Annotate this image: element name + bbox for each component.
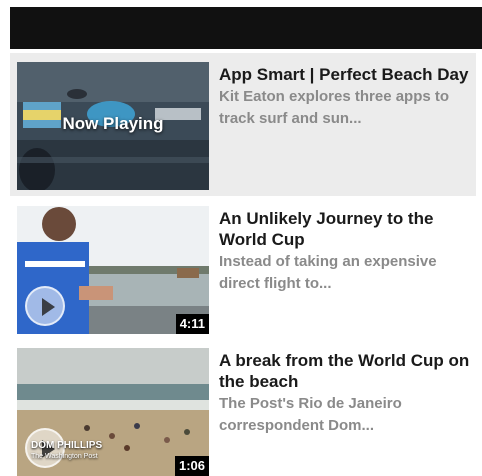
video-thumbnail[interactable]: 4:11 xyxy=(17,206,209,334)
video-duration: 1:06 xyxy=(174,456,209,476)
thumbnail-caption: DOM PHILLIPS The Washington Post xyxy=(31,440,102,462)
video-description: Kit Eaton explores three apps to track s… xyxy=(219,88,450,127)
video-description: The Post's Rio de Janeiro correspondent … xyxy=(219,395,402,434)
video-list-item[interactable]: DOM PHILLIPS The Washington Post 1:06 A … xyxy=(10,341,476,476)
thumbnail-caption-source: The Washington Post xyxy=(31,453,98,460)
video-text: App Smart | Perfect Beach Day Kit Eaton … xyxy=(219,64,474,130)
video-text: A break from the World Cup on the beach … xyxy=(219,350,474,437)
video-thumbnail[interactable]: Now Playing xyxy=(17,62,209,190)
now-playing-label: Now Playing xyxy=(62,114,164,133)
video-list-item[interactable]: Now Playing App Smart | Perfect Beach Da… xyxy=(10,53,476,196)
video-title[interactable]: An Unlikely Journey to the World Cup xyxy=(219,208,474,250)
video-title[interactable]: A break from the World Cup on the beach xyxy=(219,350,474,392)
thumbnail-caption-name: DOM PHILLIPS xyxy=(31,440,103,451)
video-duration: 4:11 xyxy=(175,314,209,334)
video-list-item[interactable]: 4:11 An Unlikely Journey to the World Cu… xyxy=(10,199,476,339)
video-thumbnail[interactable]: DOM PHILLIPS The Washington Post 1:06 xyxy=(17,348,209,476)
video-description: Instead of taking an expensive direct fl… xyxy=(219,253,437,292)
header-bar xyxy=(10,7,482,49)
video-text: An Unlikely Journey to the World Cup Ins… xyxy=(219,208,474,295)
play-icon[interactable] xyxy=(25,286,65,326)
video-title[interactable]: App Smart | Perfect Beach Day xyxy=(219,64,474,85)
